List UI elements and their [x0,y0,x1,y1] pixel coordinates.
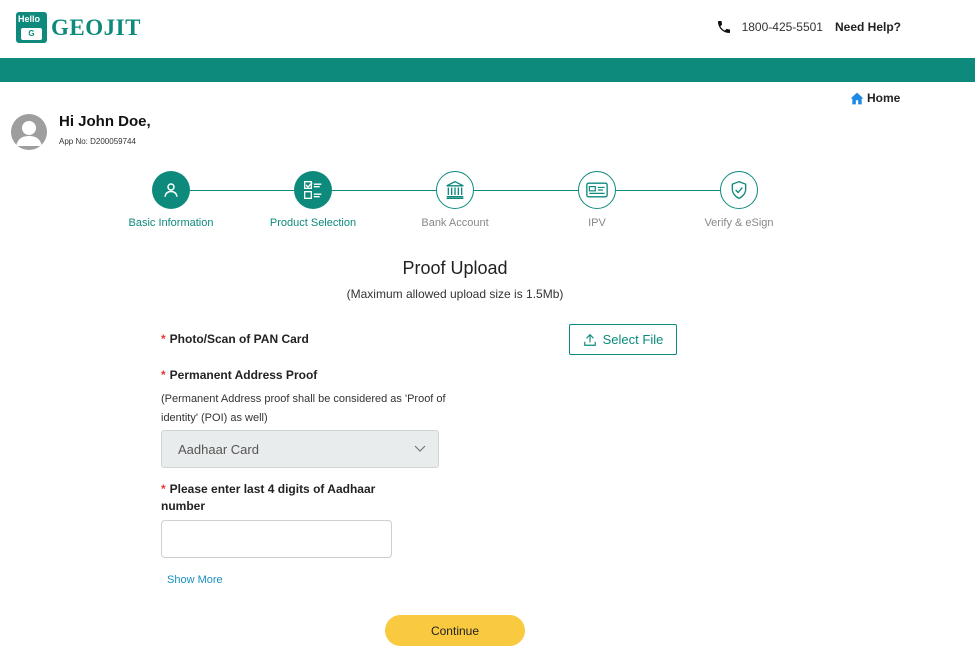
geojit-logo[interactable]: Hello G GEOJIT [16,12,141,43]
step-circle [294,171,332,209]
step-circle [578,171,616,209]
address-proof-label: * Permanent Address Proof [161,368,317,382]
need-help-link[interactable]: Need Help? [835,20,901,34]
step-label: Basic Information [128,217,214,229]
required-mark: * [161,332,166,346]
progress-stepper: Basic Information Product Selection Bank… [0,171,975,241]
aadhaar-digits-label: * Please enter last 4 digits of Aadhaar n… [161,481,401,515]
bank-icon [446,180,464,199]
logo-hello-text: Hello [18,14,41,24]
address-proof-selected-value: Aadhaar Card [178,441,259,457]
upload-icon [583,333,596,346]
home-icon [850,92,864,104]
step-circle [152,171,190,209]
pan-card-label-text: Photo/Scan of PAN Card [169,332,309,346]
step-bank-account[interactable]: Bank Account [385,171,525,229]
avatar [11,114,47,150]
support-phone[interactable]: 1800-425-5501 [742,20,823,34]
header-contact: 1800-425-5501 Need Help? [716,19,901,35]
chevron-down-icon [414,445,426,452]
aadhaar-digits-label-text: Please enter last 4 digits of Aadhaar nu… [161,482,376,513]
logo-bubble: G [21,28,42,40]
step-circle [436,171,474,209]
select-file-label: Select File [602,332,664,347]
logo-badge: Hello G [16,12,47,43]
checklist-icon [304,181,322,199]
page-header: Hello G GEOJIT 1800-425-5501 Need Help? [0,0,975,58]
show-more-link[interactable]: Show More [167,574,223,586]
header-accent-bar [0,58,975,82]
home-link[interactable]: Home [850,91,900,105]
select-file-button[interactable]: Select File [569,324,677,355]
person-icon [164,183,178,197]
step-ipv[interactable]: IPV [527,171,667,229]
address-proof-note: (Permanent Address proof shall be consid… [161,393,446,424]
step-circle [720,171,758,209]
step-basic-information[interactable]: Basic Information [101,171,241,229]
continue-button[interactable]: Continue [385,615,525,646]
id-card-icon [586,182,608,198]
pan-card-label: * Photo/Scan of PAN Card [161,332,309,346]
page-title: Proof Upload [402,258,508,278]
step-label: Product Selection [269,217,357,229]
address-proof-label-text: Permanent Address Proof [169,368,318,382]
step-verify-esign[interactable]: Verify & eSign [669,171,809,229]
user-avatar-icon [16,121,42,146]
phone-icon [717,21,730,33]
address-proof-select[interactable]: Aadhaar Card [161,430,439,468]
home-label: Home [867,91,901,105]
required-mark: * [161,482,166,496]
step-product-selection[interactable]: Product Selection [243,171,383,229]
step-label: Verify & eSign [704,217,774,229]
logo-text: GEOJIT [51,14,141,40]
required-mark: * [161,368,166,382]
shield-check-icon [731,180,747,200]
upload-size-note: (Maximum allowed upload size is 1.5Mb) [346,287,564,301]
user-greeting: Hi John Doe, [59,113,151,130]
step-label: IPV [588,217,606,229]
aadhaar-digits-input[interactable] [161,520,392,558]
application-number: App No: D200059744 [59,137,136,146]
step-label: Bank Account [421,217,489,229]
